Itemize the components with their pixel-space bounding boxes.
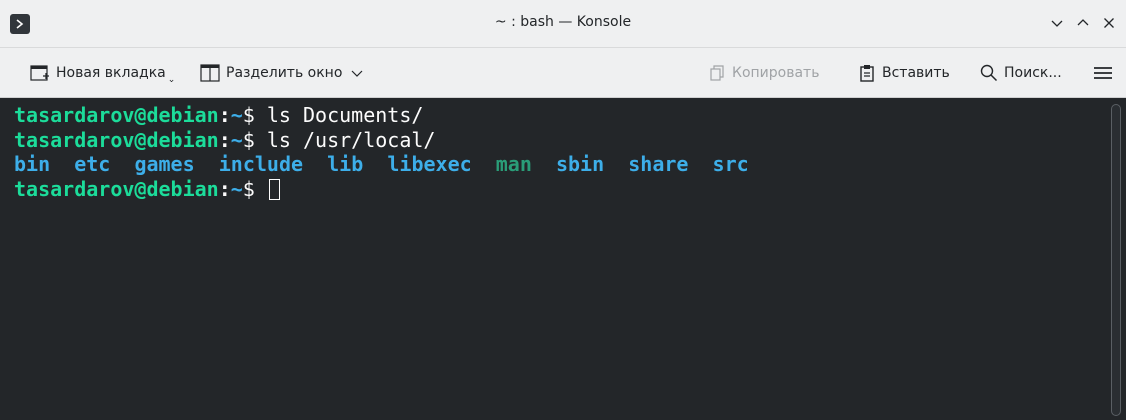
copy-icon	[710, 65, 724, 81]
dir-entry: include	[218, 152, 304, 176]
prompt-colon: :	[218, 127, 231, 152]
terminal-line: tasardarov@debian:~$	[14, 177, 1112, 202]
dir-entry: libexec	[387, 152, 472, 176]
terminal-line: tasardarov@debian:~$ ls Documents/	[14, 103, 1112, 128]
command-text: ls /usr/local/	[266, 127, 436, 152]
ls-output-line: bin etc games include lib libexec man sb…	[14, 152, 1112, 177]
chevron-up-icon	[1077, 19, 1089, 26]
split-view-icon	[200, 64, 220, 82]
hamburger-menu-icon	[1094, 67, 1112, 79]
dir-entry: share	[628, 152, 689, 176]
terminal-view[interactable]: tasardarov@debian:~$ ls Documents/ tasar…	[0, 98, 1126, 420]
toolbar: Новая вкладка ⌄ Разделить окно Копироват…	[0, 48, 1126, 98]
search-icon	[980, 64, 998, 82]
paste-button[interactable]: Вставить	[858, 60, 950, 86]
close-icon	[1104, 18, 1114, 28]
new-tab-label: Новая вкладка	[56, 65, 166, 81]
chevron-down-icon	[1051, 20, 1063, 27]
paste-label: Вставить	[882, 65, 950, 81]
prompt-user: tasardarov@debian	[14, 127, 219, 152]
split-view-label: Разделить окно	[226, 65, 343, 81]
konsole-window: ~ : bash — Konsole Новая вкладка ⌄ Разде…	[0, 0, 1126, 420]
paste-icon	[860, 65, 874, 82]
maximize-button[interactable]	[1072, 10, 1094, 36]
title-bar[interactable]: ~ : bash — Konsole	[0, 0, 1126, 48]
dir-entry: src	[712, 152, 749, 176]
window-controls	[1046, 10, 1120, 36]
terminal-cursor	[268, 178, 280, 200]
chevron-down-icon	[351, 70, 363, 77]
prompt-user: tasardarov@debian	[14, 176, 219, 201]
prompt-colon: :	[218, 103, 231, 127]
small-dropdown-indicator: ⌄	[167, 75, 176, 85]
terminal-line: tasardarov@debian:~$ ls /usr/local/	[14, 128, 1112, 153]
window-title: ~ : bash — Konsole	[494, 14, 632, 30]
command-text: ls Documents/	[266, 103, 424, 127]
dir-entry: games	[134, 152, 195, 176]
dir-entry: bin	[14, 152, 51, 176]
copy-button[interactable]: Копировать	[708, 60, 819, 86]
new-tab-button[interactable]: Новая вкладка ⌄	[30, 60, 175, 86]
terminal-scrollbar[interactable]	[1111, 104, 1121, 416]
close-button[interactable]	[1098, 10, 1120, 36]
search-button[interactable]: Поиск...	[980, 60, 1062, 86]
split-view-button[interactable]: Разделить окно	[200, 60, 364, 86]
dir-entry: man	[495, 152, 532, 176]
prompt-path: ~	[230, 176, 243, 201]
prompt-colon: :	[218, 176, 231, 201]
prompt-path: ~	[230, 103, 243, 127]
copy-label: Копировать	[732, 65, 820, 81]
prompt-symbol: $	[242, 127, 267, 152]
main-menu-button[interactable]	[1092, 60, 1120, 86]
minimize-button[interactable]	[1046, 10, 1068, 36]
prompt-user: tasardarov@debian	[14, 103, 219, 127]
search-label: Поиск...	[1004, 65, 1062, 81]
prompt-symbol: $	[242, 103, 267, 127]
prompt-path: ~	[230, 127, 243, 152]
dir-entry: sbin	[555, 152, 605, 176]
new-tab-icon	[30, 65, 49, 81]
dir-entry: lib	[327, 152, 364, 176]
prompt-symbol: $	[242, 176, 267, 201]
dir-entry: etc	[74, 152, 111, 176]
